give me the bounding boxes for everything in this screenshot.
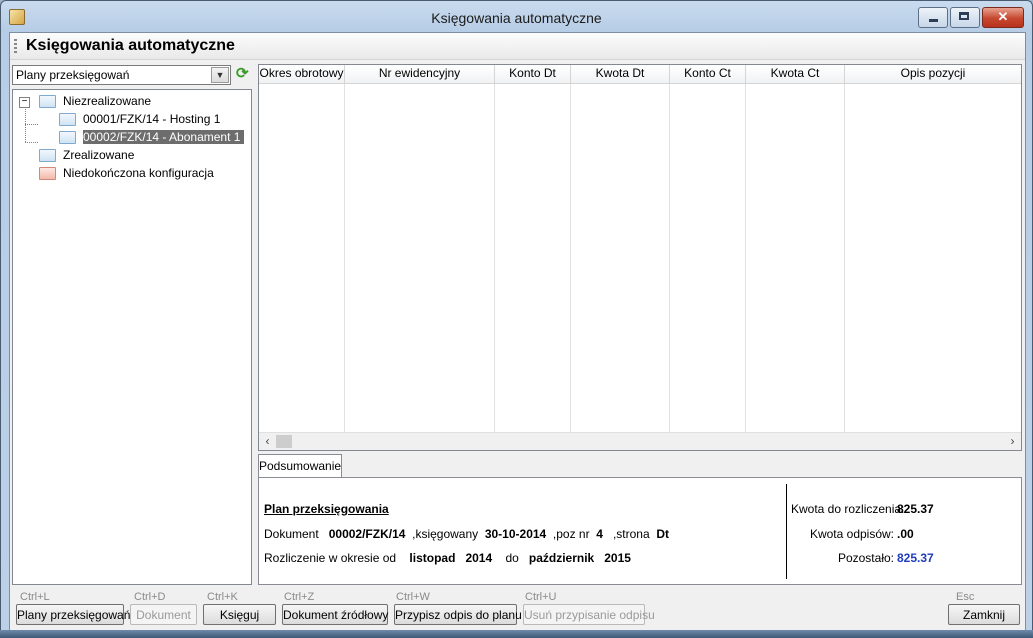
column-divider (344, 84, 345, 432)
posted-label: ,księgowany (412, 527, 479, 541)
column-divider (570, 84, 571, 432)
shortcut-assign: Ctrl+W (396, 591, 430, 603)
column-header[interactable]: Konto Dt (495, 65, 571, 83)
title-bar[interactable]: Księgowania automatyczne ✕ (1, 1, 1032, 32)
window-title: Księgowania automatyczne (431, 10, 602, 26)
post-button[interactable]: Księguj (203, 604, 276, 625)
period-to-year: 2015 (604, 551, 631, 565)
plan-filter-value: Plany przeksięgowań (16, 68, 130, 82)
maximize-icon (959, 12, 969, 20)
remaining-label: Pozostało: (837, 551, 894, 565)
column-header[interactable]: Kwota Ct (746, 65, 845, 83)
folder-icon (39, 149, 56, 163)
tree-item-label: 00002/FZK/14 - Abonament 1 (83, 130, 245, 144)
tree-item-label: Zrealizowane (63, 148, 135, 162)
shortcut-document: Ctrl+D (134, 591, 166, 603)
folder-icon (59, 113, 76, 127)
document-number: 00002/FZK/14 (328, 527, 406, 541)
app-window: Księgowania automatyczne ✕ Księgowania a… (0, 0, 1033, 638)
folder-icon (39, 95, 56, 109)
period-line: Rozliczenie w okresie od listopad 2014 d… (264, 551, 631, 565)
tree-item-label: Niezrealizowane (63, 94, 152, 108)
side-label: ,strona (612, 527, 650, 541)
column-divider (669, 84, 670, 432)
column-header[interactable]: Okres obrotowy (259, 65, 345, 83)
tree-item-zrealizowane[interactable]: Zrealizowane (39, 147, 134, 164)
shortcut-plans: Ctrl+L (20, 591, 50, 603)
tree-line (25, 124, 38, 125)
shortcut-close: Esc (956, 591, 975, 603)
shortcut-unassign: Ctrl+U (525, 591, 557, 603)
amount-value: 825.37 (897, 502, 934, 516)
summary-title: Plan przeksięgowania (264, 502, 389, 516)
chevron-down-icon[interactable]: ▼ (211, 67, 229, 83)
assign-writeoff-button[interactable]: Przypisz odpis do planu (394, 604, 522, 625)
column-header[interactable]: Nr ewidencyjny (345, 65, 495, 83)
scroll-thumb[interactable] (276, 435, 292, 448)
maximize-button[interactable] (950, 7, 980, 28)
period-from-month: listopad (409, 551, 456, 565)
document-line: Dokument 00002/FZK/14 ,księgowany 30-10-… (264, 527, 669, 541)
document-button[interactable]: Dokument (130, 604, 197, 625)
taskbar-strip (0, 630, 1033, 638)
folder-icon (59, 131, 76, 145)
column-header[interactable]: Opis pozycji (845, 65, 1021, 83)
minimize-icon (929, 19, 938, 22)
refresh-icon[interactable]: ⟳ (236, 66, 250, 82)
side-value: Dt (656, 527, 669, 541)
folder-red-icon (39, 167, 56, 181)
postings-grid[interactable]: Okres obrotowy Nr ewidencyjny Konto Dt K… (258, 64, 1022, 451)
position-label: ,poz nr (552, 527, 590, 541)
shortcut-source: Ctrl+Z (284, 591, 315, 603)
page-title: Księgowania automatyczne (26, 37, 235, 54)
amount-label: Kwota do rozliczenia: (791, 502, 905, 516)
tree-item-niezrealizowane[interactable]: Niezrealizowane (39, 93, 151, 110)
tree-item-plan-00001[interactable]: 00001/FZK/14 - Hosting 1 (59, 111, 220, 128)
scroll-right-icon[interactable]: › (1004, 433, 1021, 450)
writeoff-value: .00 (897, 527, 914, 541)
unassign-writeoff-button[interactable]: Usuń przypisanie odpisu (523, 604, 655, 625)
scroll-left-icon[interactable]: ‹ (259, 433, 276, 450)
tab-podsumowanie[interactable]: Podsumowanie (258, 454, 342, 477)
close-button[interactable]: Zamknij (948, 604, 1020, 625)
plan-filter-select[interactable]: Plany przeksięgowań ▼ (12, 65, 231, 85)
period-label: Rozliczenie w okresie od (264, 551, 397, 565)
tree-item-label: Niedokończona konfiguracja (63, 166, 214, 180)
grip-icon (14, 39, 17, 53)
tree-item-niedokonczona[interactable]: Niedokończona konfiguracja (39, 165, 214, 182)
remaining-value: 825.37 (897, 551, 934, 565)
page-header: Księgowania automatyczne (10, 33, 1025, 60)
column-header[interactable]: Konto Ct (670, 65, 746, 83)
period-to-label: do (505, 551, 519, 565)
close-icon: ✕ (997, 9, 1009, 24)
grid-header: Okres obrotowy Nr ewidencyjny Konto Dt K… (259, 65, 1021, 84)
tree-line (25, 142, 38, 143)
client-area: Księgowania automatyczne Plany przeksięg… (9, 32, 1026, 631)
column-divider (745, 84, 746, 432)
document-label: Dokument (264, 527, 319, 541)
tree-item-plan-00002[interactable]: 00002/FZK/14 - Abonament 1 (59, 129, 245, 146)
minimize-button[interactable] (918, 7, 948, 28)
period-from-year: 2014 (465, 551, 493, 565)
plan-tree: − Niezrealizowane 00001/FZK/14 - Hosting… (12, 89, 252, 585)
posted-date: 30-10-2014 (484, 527, 547, 541)
shortcut-post: Ctrl+K (207, 591, 238, 603)
column-header[interactable]: Kwota Dt (571, 65, 670, 83)
writeoff-label: Kwota odpisów: (809, 527, 894, 541)
summary-divider (786, 484, 787, 579)
tree-item-label: 00001/FZK/14 - Hosting 1 (83, 112, 221, 126)
column-divider (844, 84, 845, 432)
source-document-button[interactable]: Dokument źródłowy (282, 604, 388, 625)
period-to-month: październik (528, 551, 595, 565)
column-divider (494, 84, 495, 432)
horizontal-scrollbar[interactable]: ‹ › (259, 432, 1021, 450)
position-number: 4 (596, 527, 603, 541)
plans-button[interactable]: Plany przeksięgowań (16, 604, 130, 625)
summary-panel: Plan przeksięgowania Dokument 00002/FZK/… (258, 477, 1022, 585)
close-window-button[interactable]: ✕ (982, 7, 1024, 28)
